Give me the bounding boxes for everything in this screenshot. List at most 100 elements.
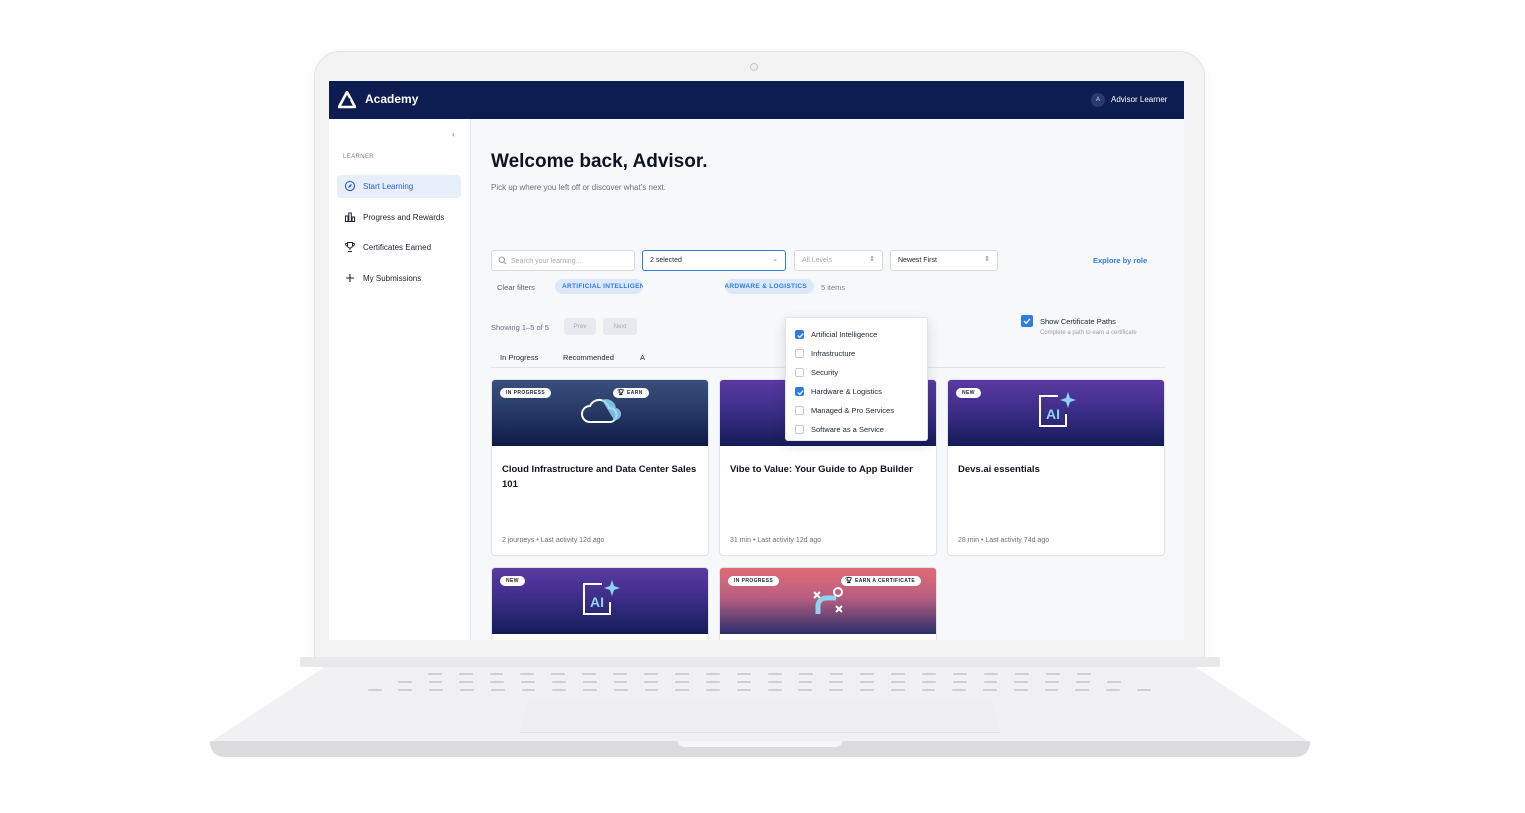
sidebar-item-label: Start Learning [363, 182, 414, 191]
sidebar-item-start-learning[interactable]: Start Learning [337, 175, 461, 198]
keyboard [360, 669, 1160, 699]
keyboard-key [675, 681, 690, 683]
keyboard-key [367, 689, 382, 691]
dropdown-option-artificial-intelligence[interactable]: Artificial Intelligence [786, 325, 929, 344]
checkmark-icon [797, 333, 804, 339]
explore-by-role-link[interactable]: Explore by role [1093, 256, 1147, 265]
dropdown-option-managed-pro-services[interactable]: Managed & Pro Services [786, 401, 929, 420]
sidebar-item-progress-and-rewards[interactable]: Progress and Rewards [337, 206, 461, 229]
sidebar-item-label: Certificates Earned [363, 243, 432, 252]
keyboard-key [706, 689, 720, 691]
keyboard-key [860, 689, 874, 691]
items-count: 5 items [821, 283, 846, 292]
keyboard-key [489, 673, 504, 675]
level-select[interactable]: All Levels ⇕ [794, 250, 883, 271]
dropdown-option-label: Managed & Pro Services [811, 406, 894, 415]
keyboard-key [551, 681, 566, 683]
dropdown-option-security[interactable]: Security [786, 363, 929, 382]
keyboard-key [490, 689, 505, 691]
checkbox[interactable] [795, 349, 804, 358]
keyboard-key [583, 689, 597, 691]
ai-sparkle-icon: AI [583, 580, 620, 615]
keyboard-key [1013, 689, 1028, 691]
sort-select-value: Newest First [898, 257, 937, 264]
clear-filters-button[interactable]: Clear filters [497, 283, 535, 292]
card-title: Cloud Infrastructure and Data Center Sal… [502, 464, 697, 490]
checkbox[interactable] [795, 425, 804, 434]
route-icon [813, 587, 843, 614]
keyboard-key [521, 689, 536, 691]
keyboard-key [490, 681, 505, 683]
chevron-up-down-icon: ⇕ [869, 256, 875, 263]
keyboard-key [1106, 689, 1120, 691]
keyboard-key [983, 681, 998, 683]
keyboard-key [860, 681, 875, 683]
card-meta: 28 min • Last activity 74d ago [958, 537, 1050, 544]
dropdown-option-label: Software as a Service [811, 425, 884, 434]
sort-select[interactable]: Newest First ⇕ [890, 250, 998, 271]
keyboard-key [1014, 681, 1029, 683]
brand-name[interactable]: Academy [365, 92, 418, 106]
tab-in-progress[interactable]: In Progress [500, 353, 538, 362]
checkbox[interactable] [795, 406, 804, 415]
keyboard-key [1044, 689, 1059, 691]
card-banner: NEW AI [492, 568, 708, 634]
dropdown-option-label: Hardware & Logistics [811, 387, 882, 396]
keyboard-key [736, 681, 751, 683]
keyboard-key [460, 689, 474, 691]
sidebar-item-certificates-earned[interactable]: Certificates Earned [337, 236, 461, 259]
keyboard-key [582, 673, 597, 675]
keyboard-key [459, 681, 474, 683]
status-badge: NEW [956, 388, 981, 398]
course-card[interactable]: IN PROGRESS 🏆︎ EARN Cloud Infrastructure … [491, 379, 709, 556]
keyboard-key [891, 673, 906, 675]
search-box[interactable] [491, 250, 635, 271]
keyboard-key [1075, 689, 1090, 691]
filter-chip-hardware-logistics[interactable]: HARDWARE & LOGISTICS × [725, 279, 814, 294]
keyboard-key [860, 673, 875, 675]
sidebar-item-my-submissions[interactable]: My Submissions [337, 267, 461, 290]
keyboard-key [613, 681, 628, 683]
webcam [750, 63, 758, 71]
search-input[interactable] [511, 254, 631, 268]
brand-logo-icon[interactable] [338, 91, 356, 109]
category-select[interactable]: 2 selected ⌄ [642, 250, 786, 271]
keyboard-key [921, 689, 936, 691]
keyboard-key [1045, 673, 1060, 675]
prev-page-button[interactable]: Prev [564, 318, 596, 335]
filter-chip-artificial-intelligence[interactable]: ARTIFICIAL INTELLIGENCE × [555, 279, 643, 294]
keyboard-key [1015, 673, 1029, 675]
keyboard-key [706, 681, 720, 683]
dropdown-option-software-as-a-service[interactable]: Software as a Service [786, 420, 929, 439]
keyboard-key [551, 673, 566, 675]
page-subtitle: Pick up where you left off or discover w… [491, 183, 666, 192]
checkbox[interactable] [795, 368, 804, 377]
card-banner: IN PROGRESS 🏆︎ EARN A CERTIFICATE [720, 568, 936, 634]
course-card[interactable]: NEW AI Devs.ai essentials 28 min • Last … [947, 379, 1165, 556]
collapse-sidebar-icon[interactable]: ‹ [452, 129, 455, 139]
dropdown-option-hardware-logistics[interactable]: Hardware & Logistics [786, 382, 929, 401]
keyboard-key [921, 681, 936, 683]
course-card[interactable]: NEW AI [491, 567, 709, 640]
certificate-paths-hint: Complete a path to earn a certificate [1040, 330, 1137, 336]
user-name[interactable]: Advisor Learner [1111, 95, 1167, 104]
show-certificate-paths-checkbox[interactable] [1021, 315, 1033, 327]
certificate-paths-label: Show Certificate Paths [1040, 317, 1116, 326]
keyboard-key [1076, 681, 1090, 683]
dropdown-option-infrastructure[interactable]: Infrastructure [786, 344, 929, 363]
category-dropdown-menu: Artificial Intelligence Infrastructure S… [785, 317, 928, 441]
card-banner: IN PROGRESS 🏆︎ EARN [492, 380, 708, 446]
card-title: Devs.ai essentials [958, 464, 1040, 475]
next-page-button[interactable]: Next [603, 318, 637, 335]
avatar[interactable]: A [1091, 93, 1105, 107]
course-card[interactable]: IN PROGRESS 🏆︎ EARN A CERTIFICATE [719, 567, 937, 640]
checkbox[interactable] [795, 330, 804, 339]
keyboard-key [767, 673, 782, 675]
card-meta: 2 journeys • Last activity 12d ago [502, 537, 605, 544]
keyboard-key [1106, 681, 1121, 683]
checkbox[interactable] [795, 387, 804, 396]
tab-all[interactable]: A [640, 353, 645, 362]
keyboard-key [952, 689, 967, 691]
tab-recommended[interactable]: Recommended [563, 353, 614, 362]
dropdown-option-label: Security [811, 368, 839, 377]
